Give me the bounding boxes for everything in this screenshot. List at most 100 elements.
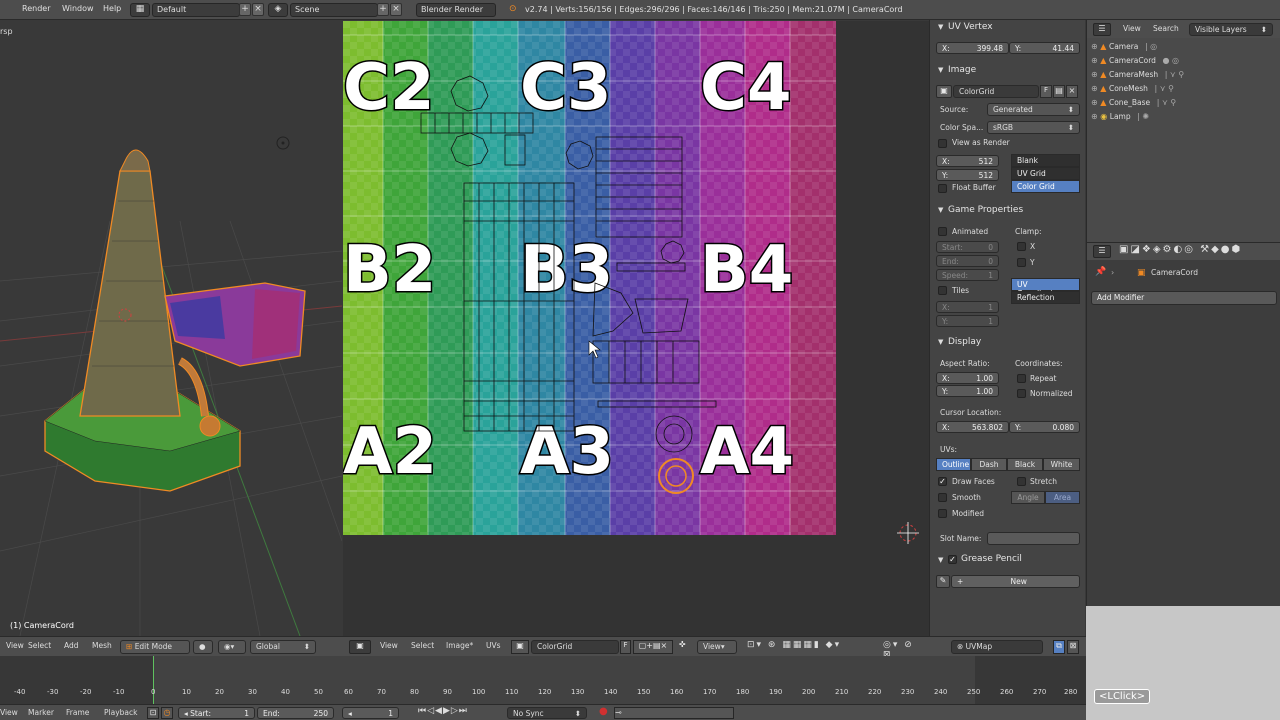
aspect-x-field[interactable]: X: 1.00 — [936, 372, 999, 384]
repeat-checkbox[interactable] — [1017, 374, 1026, 383]
tiles-y-field[interactable]: Y: 1 — [936, 315, 999, 327]
draw-faces-checkbox[interactable]: ✓ — [938, 477, 947, 486]
uv-image-name-field[interactable]: ColorGrid — [531, 640, 619, 654]
outliner-item-cameramesh[interactable]: ⊕ ▲ CameraMesh | ⋎ ⚲ — [1091, 70, 1184, 84]
menu-help[interactable]: Help — [103, 4, 121, 13]
uv-image-editor[interactable]: C2 C3 C4 B2 B3 B4 A2 A3 A4 — [343, 21, 929, 636]
uv-canvas[interactable]: C2 C3 C4 B2 B3 B4 A2 A3 A4 — [343, 21, 929, 636]
cursor-y-field[interactable]: Y: 0.080 — [1009, 421, 1080, 433]
menu-render[interactable]: Render — [22, 4, 50, 13]
collapse-triangle-icon[interactable]: ▼ — [938, 338, 943, 346]
screen-layout-name[interactable]: Default — [152, 3, 240, 17]
gen-type-blank[interactable]: Blank — [1011, 154, 1080, 167]
image-browse-icon[interactable]: ▣ — [511, 640, 529, 654]
image-width-field[interactable]: X: 512 — [936, 155, 999, 167]
gen-type-uv-grid[interactable]: UV Grid — [1011, 167, 1080, 180]
fake-user-button[interactable]: F — [1040, 85, 1052, 98]
timeline-view-menu[interactable]: View — [0, 708, 18, 717]
outliner-item-camera[interactable]: ⊕ ▲ Camera | ◎ — [1091, 42, 1184, 56]
remove-layout-icon[interactable]: × — [252, 3, 264, 16]
end-field[interactable]: End: 0 — [936, 255, 999, 267]
pivot-point-icon[interactable]: ◉▾ — [218, 640, 246, 654]
editor-type-icon[interactable]: ☰ — [1093, 245, 1111, 258]
image-name-field[interactable]: ColorGrid — [953, 85, 1039, 98]
source-dropdown[interactable]: Generated ⬍ — [987, 103, 1080, 116]
outliner-item-conemesh[interactable]: ⊕ ▲ ConeMesh | ⋎ ⚲ — [1091, 84, 1184, 98]
3d-select-menu[interactable]: Select — [28, 641, 51, 650]
uv-vertex-x-field[interactable]: X: 399.48 — [936, 42, 1009, 54]
smooth-checkbox[interactable] — [938, 493, 947, 502]
3d-view-menu[interactable]: View — [6, 641, 24, 650]
collapse-triangle-icon[interactable]: ▼ — [938, 66, 943, 74]
add-modifier-button[interactable]: Add Modifier — [1091, 291, 1277, 305]
mapping-reflection[interactable]: Reflection — [1011, 291, 1080, 304]
aspect-y-field[interactable]: Y: 1.00 — [936, 385, 999, 397]
stretch-mode-area[interactable]: Area — [1045, 491, 1080, 504]
animated-checkbox[interactable] — [938, 227, 947, 236]
scene-icon[interactable]: ◈ — [268, 3, 288, 17]
scene-name[interactable]: Scene — [290, 3, 378, 17]
gen-type-color-grid[interactable]: Color Grid — [1011, 180, 1080, 193]
outliner-item-cone-base[interactable]: ⊕ ▲ Cone_Base | ⋎ ⚲ — [1091, 98, 1184, 112]
clock-icon[interactable]: ◷ — [161, 707, 173, 719]
stretch-checkbox[interactable] — [1017, 477, 1026, 486]
modified-checkbox[interactable] — [938, 509, 947, 518]
image-actions-icons[interactable]: ▢+▤× — [633, 640, 673, 654]
timeline-playback-menu[interactable]: Playback — [104, 708, 137, 717]
clamp-y-checkbox[interactable] — [1017, 258, 1026, 267]
uv-style-dash[interactable]: Dash — [971, 458, 1007, 471]
uv-tool-icons[interactable]: ⊡▾ ⊛ ▦▦▦▮ ◆▾ — [747, 640, 847, 654]
uv-uvs-menu[interactable]: UVs — [486, 641, 501, 650]
tiles-checkbox[interactable] — [938, 286, 947, 295]
3d-mesh-menu[interactable]: Mesh — [92, 641, 112, 650]
pin-icon[interactable]: 📌 — [1095, 267, 1106, 277]
mapping-uv-coordinates[interactable]: UV Coordinates — [1011, 278, 1080, 298]
stretch-mode-angle[interactable]: Angle — [1011, 491, 1045, 504]
menu-window[interactable]: Window — [62, 4, 94, 13]
image-height-field[interactable]: Y: 512 — [936, 169, 999, 181]
uv-view-dropdown[interactable]: View▾ — [697, 640, 737, 654]
speed-field[interactable]: Speed: 1 — [936, 269, 999, 281]
properties-context-tabs[interactable]: ▣◪❖◈⚙◐◎ ⚒◆●⬢ — [1119, 244, 1242, 255]
timeline-frame-menu[interactable]: Frame — [66, 708, 89, 717]
render-engine-dropdown[interactable]: Blender Render — [416, 3, 496, 17]
uv-style-white[interactable]: White — [1043, 458, 1080, 471]
remove-scene-icon[interactable]: × — [390, 3, 402, 16]
current-frame-field[interactable]: ◂ 1 — [342, 707, 399, 719]
outliner-view-menu[interactable]: View — [1123, 24, 1141, 33]
2d-cursor-icon[interactable] — [897, 522, 919, 544]
uv-vertex-y-field[interactable]: Y: 41.44 — [1009, 42, 1080, 54]
add-layout-icon[interactable]: + — [239, 3, 251, 16]
mode-dropdown[interactable]: ⊞ Edit Mode — [120, 640, 190, 654]
outliner-item-lamp[interactable]: ⊕ ◉ Lamp | ✺ — [1091, 112, 1184, 126]
record-icon[interactable]: ● — [599, 706, 608, 717]
cursor-x-field[interactable]: X: 563.802 — [936, 421, 1009, 433]
unlink-image-icon[interactable]: × — [1066, 85, 1078, 98]
clamp-x-checkbox[interactable] — [1017, 242, 1026, 251]
collapse-triangle-icon[interactable]: ▼ — [938, 23, 943, 31]
image-browse-icon[interactable]: ▣ — [936, 85, 952, 98]
tiles-x-field[interactable]: X: 1 — [936, 301, 999, 313]
playback-controls[interactable]: ⏮◁◀▶▷⏭ — [418, 706, 468, 716]
uv-image-menu[interactable]: Image* — [446, 641, 473, 650]
pencil-icon[interactable]: ✎ — [936, 575, 950, 588]
keying-set-field[interactable]: ⊸ — [614, 707, 734, 719]
uv-fake-user-button[interactable]: F — [620, 640, 631, 654]
editor-type-icon[interactable]: ☰ — [1093, 23, 1111, 36]
sync-dropdown[interactable]: No Sync ⬍ — [507, 707, 587, 719]
new-image-icon[interactable]: ▤ — [1053, 85, 1065, 98]
view-as-render-checkbox[interactable] — [938, 139, 947, 148]
add-scene-icon[interactable]: + — [377, 3, 389, 16]
outliner-display-mode[interactable]: Visible Layers ⬍ — [1189, 23, 1273, 36]
screen-layout-icon[interactable]: ▦ — [130, 3, 150, 17]
preview-range-icon[interactable]: ⊡ — [147, 707, 159, 719]
uv-view-menu[interactable]: View — [380, 641, 398, 650]
end-frame-field[interactable]: End: 250 — [257, 707, 334, 719]
viewport-shading-icon[interactable]: ● — [193, 640, 213, 654]
transform-orientation-dropdown[interactable]: Global ⬍ — [250, 640, 316, 654]
start-field[interactable]: Start: 0 — [936, 241, 999, 253]
uvmap-dropdown[interactable]: ⊗ UVMap — [951, 640, 1043, 654]
normalized-checkbox[interactable] — [1017, 389, 1026, 398]
editor-type-icon[interactable]: ▣ — [349, 640, 371, 654]
3d-viewport[interactable]: rsp (1) CameraCord — [0, 21, 342, 636]
